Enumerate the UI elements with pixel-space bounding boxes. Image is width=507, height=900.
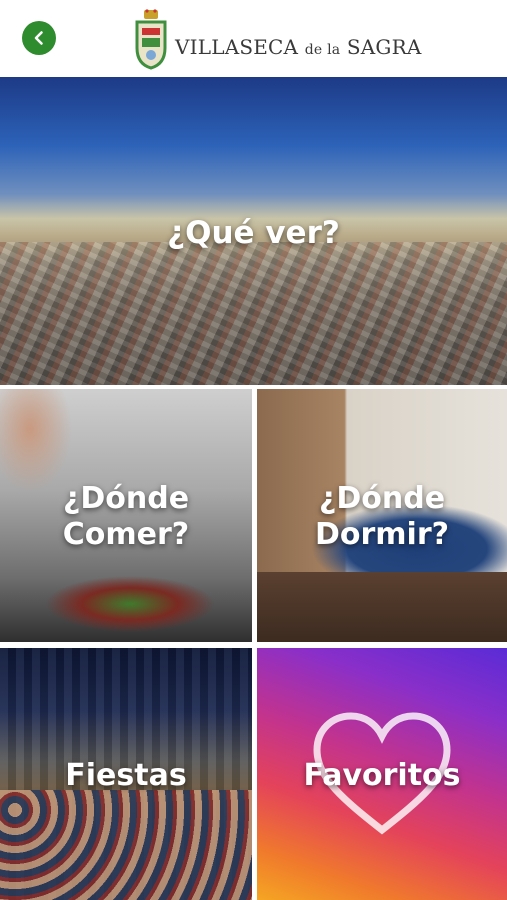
logo-text-connector: de la [304, 42, 341, 58]
tile-label-line: ¿Dónde [318, 481, 446, 516]
town-logo: VILLASECA de la SAGRA [133, 8, 421, 70]
tile-label: ¿Dónde Comer? [0, 481, 252, 553]
tile-label-line: Comer? [62, 517, 190, 552]
tile-que-ver[interactable]: ¿Qué ver? [0, 77, 507, 385]
tile-label: Fiestas [65, 758, 187, 793]
coat-of-arms-icon [135, 9, 167, 70]
back-button[interactable] [22, 21, 56, 55]
town-aerial-photo [0, 242, 507, 385]
chevron-left-icon [34, 31, 43, 45]
festival-crowd-photo [0, 790, 252, 900]
logo-text-end: SAGRA [346, 35, 422, 59]
tile-label-line: ¿Dónde [62, 481, 190, 516]
logo-text-main: VILLASECA [175, 35, 299, 59]
tile-label: ¿Dónde Dormir? [257, 481, 507, 553]
town-name: VILLASECA de la SAGRA [175, 35, 421, 59]
tile-fiestas[interactable]: Fiestas [0, 648, 252, 900]
tile-donde-comer[interactable]: ¿Dónde Comer? [0, 389, 252, 642]
tile-label-line: Dormir? [314, 517, 450, 552]
room-floor [257, 572, 507, 642]
tile-label: Favoritos [303, 758, 461, 793]
app-header: VILLASECA de la SAGRA [0, 0, 507, 76]
tile-label: ¿Qué ver? [167, 215, 340, 251]
tile-donde-dormir[interactable]: ¿Dónde Dormir? [257, 389, 507, 642]
tile-favoritos[interactable]: Favoritos [257, 648, 507, 900]
